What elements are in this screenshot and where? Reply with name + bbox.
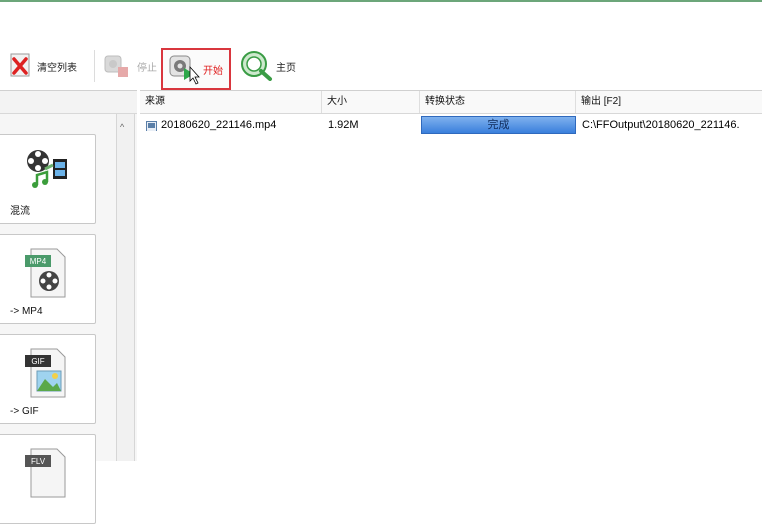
home-globe-icon xyxy=(239,49,273,84)
conversion-type-panel: ^ 混流 MP4 -> MP4 GIF -> GIF FLV xyxy=(0,90,137,524)
column-header-output[interactable]: 输出 [F2] xyxy=(576,91,762,113)
column-header-status[interactable]: 转换状态 xyxy=(420,91,576,113)
card-mux[interactable]: 混流 xyxy=(0,134,96,224)
stop-icon xyxy=(102,50,134,83)
start-icon xyxy=(166,51,200,88)
start-label: 开始 xyxy=(203,65,223,77)
clear-list-button[interactable]: 清空列表 xyxy=(8,48,77,84)
clear-list-icon xyxy=(8,50,34,83)
table-row[interactable]: 20180620_221146.mp4 1.92M 完成 C:\FFOutput… xyxy=(140,114,762,136)
row-status: 完成 xyxy=(487,119,510,131)
flv-file-icon: FLV xyxy=(23,445,69,499)
start-button[interactable]: 开始 xyxy=(161,48,231,90)
mp4-file-icon: MP4 xyxy=(23,245,69,299)
gif-file-icon: GIF xyxy=(23,345,69,399)
flv-badge-text: FLV xyxy=(31,457,46,466)
stop-button[interactable]: 停止 xyxy=(102,48,157,84)
scroll-up-icon[interactable]: ^ xyxy=(120,122,124,132)
card-to-gif[interactable]: GIF -> GIF xyxy=(0,334,96,424)
card-label: 混流 xyxy=(10,206,30,217)
card-to-mp4[interactable]: MP4 -> MP4 xyxy=(0,234,96,324)
column-header-source[interactable]: 来源 xyxy=(140,91,322,113)
panel-header xyxy=(0,91,137,114)
panel-scrollbar[interactable]: ^ xyxy=(116,114,135,461)
home-label: 主页 xyxy=(276,62,296,74)
film-reel-music-icon xyxy=(23,145,69,199)
row-output: C:\FFOutput\20180620_221146. xyxy=(582,119,740,131)
mp4-badge-text: MP4 xyxy=(30,257,47,266)
row-size: 1.92M xyxy=(328,119,359,131)
home-button[interactable]: 主页 xyxy=(239,48,296,84)
file-list-header: 来源 大小 转换状态 输出 [F2] xyxy=(140,91,762,114)
gif-badge-text: GIF xyxy=(31,357,44,366)
row-source: 20180620_221146.mp4 xyxy=(161,119,277,131)
card-label: -> MP4 xyxy=(10,306,43,317)
toolbar: 清空列表 停止 开始 主页 xyxy=(0,44,762,90)
stop-label: 停止 xyxy=(137,62,157,74)
card-to-flv[interactable]: FLV xyxy=(0,434,96,524)
column-header-size[interactable]: 大小 xyxy=(322,91,420,113)
card-label: -> GIF xyxy=(10,406,39,417)
file-list: 来源 大小 转换状态 输出 [F2] 20180620_221146.mp4 1… xyxy=(140,90,762,461)
clear-list-label: 清空列表 xyxy=(37,62,77,74)
window-top-border xyxy=(0,0,762,2)
toolbar-separator xyxy=(94,50,95,82)
status-progress-bar: 完成 xyxy=(421,116,576,134)
video-file-icon xyxy=(146,119,157,131)
